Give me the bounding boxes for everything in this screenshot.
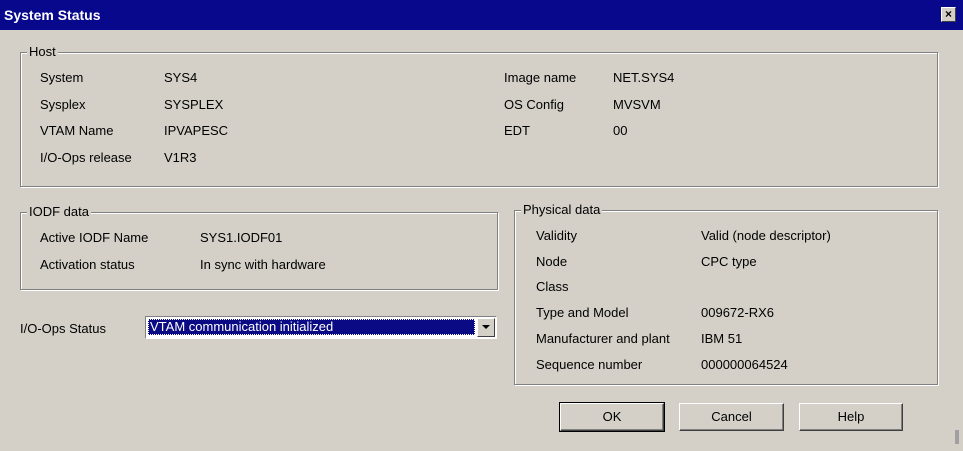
host-release-value: V1R3: [164, 150, 197, 165]
host-sysplex-value: SYSPLEX: [164, 97, 224, 112]
help-button[interactable]: Help: [799, 403, 903, 431]
iodf-activation-status-label: Activation status: [40, 257, 135, 272]
ok-button[interactable]: OK: [559, 402, 665, 432]
cancel-button[interactable]: Cancel: [679, 403, 784, 431]
close-icon: ×: [944, 7, 952, 21]
iodf-legend: IODF data: [27, 204, 91, 219]
iodf-group: IODF data: [20, 204, 498, 290]
physical-legend: Physical data: [521, 202, 603, 217]
io-ops-status-selected: VTAM communication initialized: [148, 319, 475, 335]
physical-sequence-label: Sequence number: [536, 357, 643, 372]
host-vtam-name-label: VTAM Name: [40, 123, 114, 138]
host-legend: Host: [27, 44, 58, 59]
host-os-config-label: OS Config: [504, 97, 564, 112]
physical-type-model-value: 009672-RX6: [701, 305, 774, 320]
io-ops-status-dropdown[interactable]: VTAM communication initialized: [145, 316, 497, 339]
host-edt-label: EDT: [504, 123, 530, 138]
title-bar[interactable]: System Status ×: [0, 0, 963, 30]
iodf-active-name-label: Active IODF Name: [40, 230, 149, 245]
physical-manufacturer-label: Manufacturer and plant: [536, 331, 670, 346]
physical-sequence-value: 000000064524: [701, 357, 788, 372]
physical-type-model-label: Type and Model: [536, 305, 629, 320]
host-release-label: I/O-Ops release: [40, 150, 132, 165]
physical-class-label: Class: [536, 279, 569, 294]
host-system-value: SYS4: [164, 70, 198, 85]
host-image-name-value: NET.SYS4: [613, 70, 675, 85]
host-sysplex-label: Sysplex: [40, 97, 86, 112]
host-group: Host: [20, 44, 938, 187]
host-vtam-name-value: IPVAPESC: [164, 123, 229, 138]
close-button[interactable]: ×: [941, 7, 956, 22]
iodf-activation-status-value: In sync with hardware: [200, 257, 326, 272]
host-image-name-label: Image name: [504, 70, 577, 85]
host-os-config-value: MVSVM: [613, 97, 661, 112]
physical-validity-value: Valid (node descriptor): [701, 228, 831, 243]
physical-node-label: Node: [536, 254, 568, 269]
resize-grip[interactable]: [955, 430, 959, 444]
window-title: System Status: [4, 7, 101, 23]
dropdown-arrow-button[interactable]: [477, 318, 495, 337]
physical-manufacturer-value: IBM 51: [701, 331, 743, 346]
system-status-dialog: System Status × Host System SYS4 Sysplex…: [0, 0, 963, 451]
physical-node-value: CPC type: [701, 254, 757, 269]
iodf-active-name-value: SYS1.IODF01: [200, 230, 283, 245]
chevron-down-icon: [482, 325, 490, 329]
host-system-label: System: [40, 70, 84, 85]
physical-validity-label: Validity: [536, 228, 577, 243]
host-edt-value: 00: [613, 123, 628, 138]
io-ops-status-label: I/O-Ops Status: [20, 321, 106, 336]
